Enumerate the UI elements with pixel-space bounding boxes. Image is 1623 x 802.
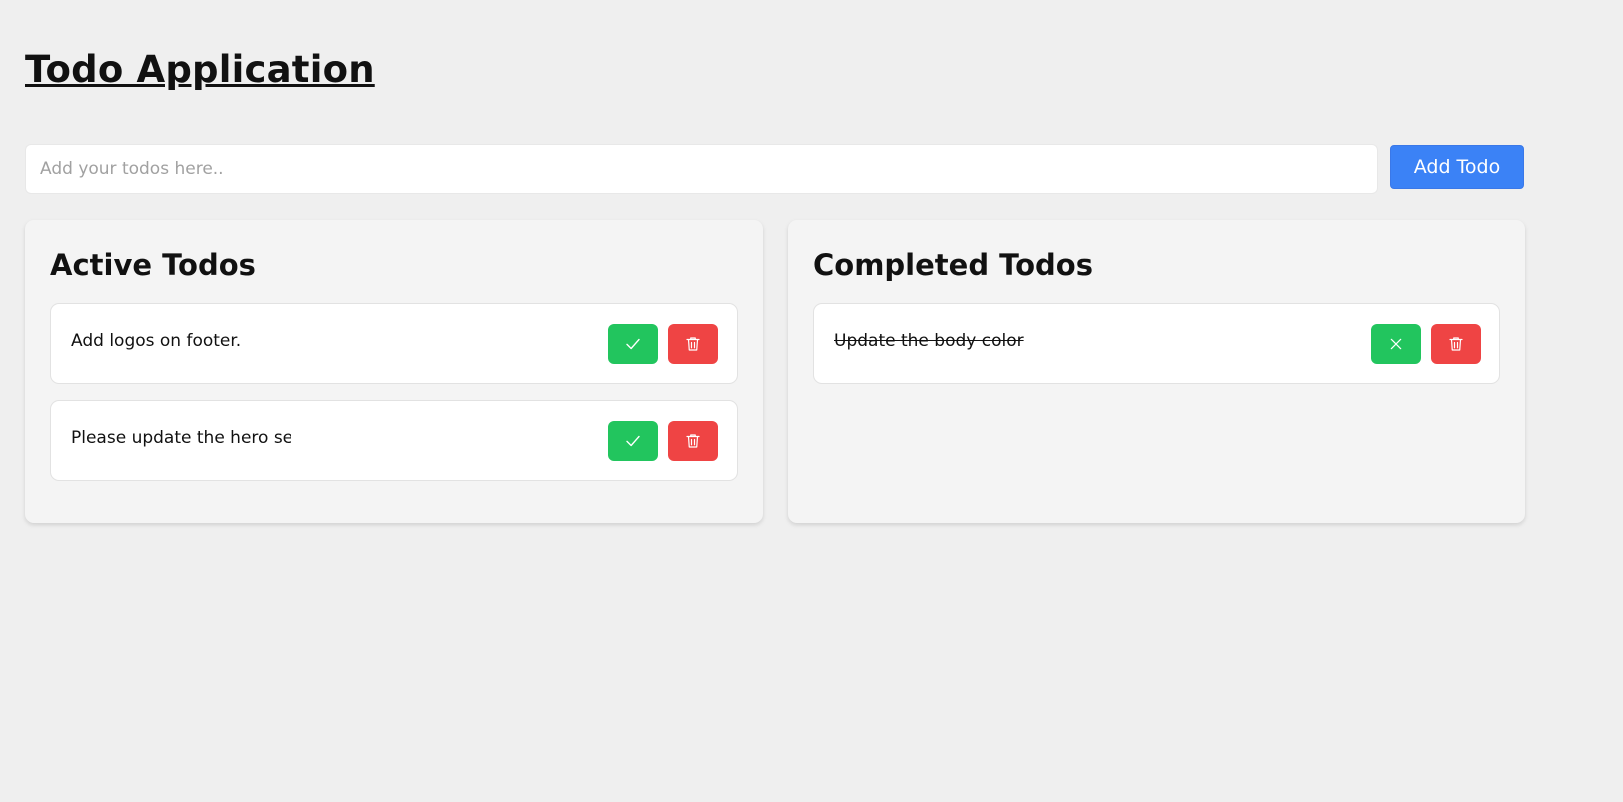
trash-icon [1449, 337, 1463, 351]
complete-todo-button[interactable] [608, 421, 658, 461]
complete-todo-button[interactable] [608, 324, 658, 364]
completed-todos-heading: Completed Todos [813, 248, 1093, 282]
app-title: Todo Application [25, 48, 375, 91]
undo-todo-button[interactable] [1371, 324, 1421, 364]
trash-icon [686, 434, 700, 448]
trash-icon [686, 337, 700, 351]
add-todo-button[interactable]: Add Todo [1390, 145, 1524, 189]
todo-input[interactable] [25, 144, 1378, 194]
completed-todos-panel: Completed Todos Update the body color [788, 220, 1525, 523]
todo-text: Update the body color [834, 331, 1024, 351]
completed-todo-item: Update the body color [813, 303, 1500, 384]
todo-text: Add logos on footer. [71, 331, 242, 351]
todo-app: Todo Application Add Todo Active Todos A… [0, 0, 1623, 802]
x-icon [1390, 338, 1402, 350]
active-todo-item: Add logos on footer. [50, 303, 738, 384]
active-todos-panel: Active Todos Add logos on footer. Please… [25, 220, 763, 523]
delete-todo-button[interactable] [1431, 324, 1481, 364]
todo-text: Please update the hero sect [71, 428, 291, 448]
delete-todo-button[interactable] [668, 324, 718, 364]
active-todo-item: Please update the hero sect [50, 400, 738, 481]
active-todos-heading: Active Todos [50, 248, 256, 282]
delete-todo-button[interactable] [668, 421, 718, 461]
check-icon [626, 435, 640, 447]
check-icon [626, 338, 640, 350]
